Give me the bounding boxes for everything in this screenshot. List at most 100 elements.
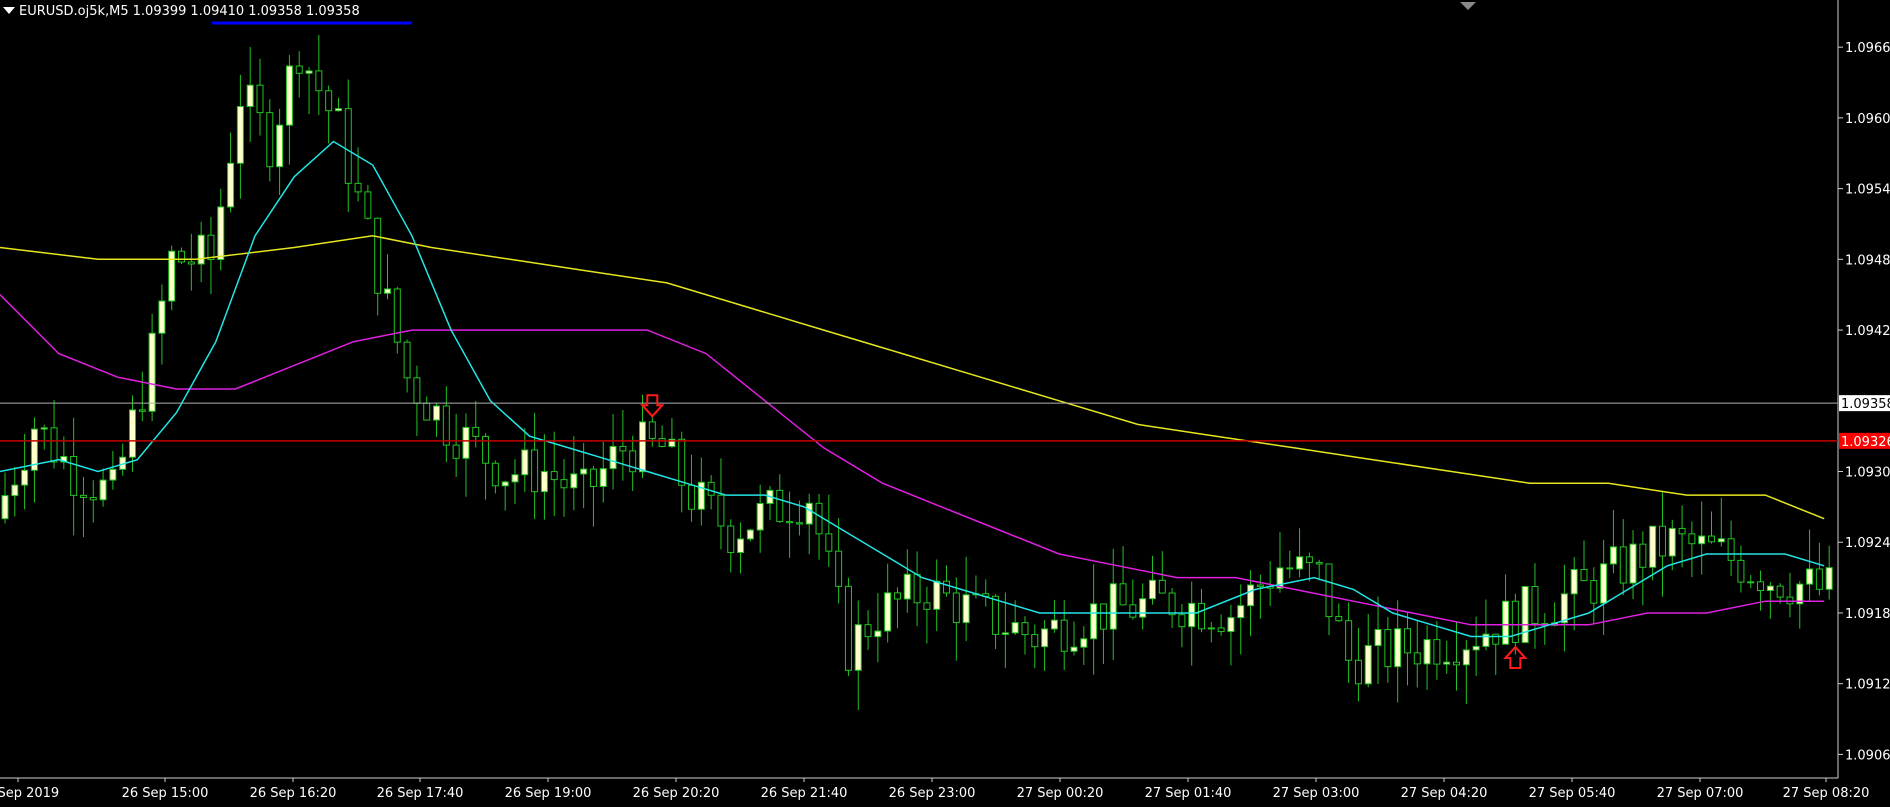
candle-body-down [992,595,1000,635]
time-tick-label: 27 Sep 00:20 [1017,786,1104,801]
candle-body-up [1148,579,1156,600]
candle-body-up [638,421,646,473]
candle-body-down [70,456,78,496]
candle-body-down [776,489,784,523]
candle-body-up [1717,538,1725,543]
candle-body-down [442,405,450,446]
candle-body-down [1590,580,1598,604]
price-tick-label: 1.09240 [1845,536,1890,551]
candle-body-down [815,502,823,535]
candle-body-up [462,426,470,459]
candle-body-down [1619,546,1627,584]
time-tick-label: 26 Sep 16:20 [250,786,337,801]
candle-body-down [1021,622,1029,636]
candle-body-up [1070,646,1078,652]
candle-body-down [344,108,352,184]
open-price: 1.09399 [132,4,187,19]
candle-body-down [187,261,195,265]
time-tick-label: 26 Sep 17:40 [377,786,464,801]
symbol-label: EURUSD.oj5k,M5 [19,4,129,19]
candle-body-down [403,341,411,379]
candle-body-down [1168,592,1176,616]
collapse-triangle-icon[interactable] [3,7,15,14]
candle-body-down [825,533,833,552]
candle-body-down [374,217,382,294]
candle-body-down [1658,525,1666,557]
candle-body-up [874,630,882,638]
candle-body-down [1158,579,1166,594]
candle-body-up [1600,563,1608,604]
candle-body-up [1521,586,1529,643]
candle-body-up [1825,567,1833,590]
candle-body-down [560,479,568,489]
candle-body-up [1296,556,1304,570]
time-tick-label: 26 Sep 23:00 [889,786,976,801]
close-price: 1.09358 [305,4,360,19]
time-tick-label: 27 Sep 08:20 [1783,786,1870,801]
candle-body-down [893,592,901,600]
candle-body-down [423,402,431,421]
time-tick-label: 27 Sep 01:40 [1145,786,1232,801]
candle-body-up [609,445,617,470]
candle-body-up [1237,605,1245,619]
candle-body-down [1315,562,1323,565]
candle-body-up [1649,525,1657,568]
candle-body-up [285,65,293,126]
candle-body-down [844,585,852,671]
candle-body-down [1217,627,1225,633]
candle-body-up [1394,628,1402,668]
candle-body-up [884,592,892,632]
candle-body-down [295,65,303,74]
candle-body-down [952,592,960,624]
time-tick-label: 26 Sep 21:40 [761,786,848,801]
price-tick-label: 1.09420 [1845,324,1890,339]
candle-body-down [1129,604,1137,618]
candle-body-down [619,445,627,452]
candle-body-down [707,481,715,496]
candle-body-down [1335,616,1343,622]
candle-body-up [1570,568,1578,595]
candle-body-up [1227,617,1235,633]
candle-body-down [207,234,215,261]
price-tick-label: 1.09060 [1845,748,1890,763]
candle-body-down [688,484,696,510]
candle-body-down [1727,538,1735,561]
candle-body-up [227,162,235,208]
candle-body-down [786,521,794,524]
time-tick-label: 27 Sep 05:40 [1529,786,1616,801]
candle-body-down [648,421,656,440]
candle-body-up [1698,535,1706,545]
candle-body-down [256,84,264,114]
candle-body-up [1041,628,1049,648]
candle-body-up [276,124,284,168]
candle-body-up [511,474,519,483]
candle-body-down [531,449,539,493]
time-tick-label: 27 Sep 07:00 [1657,786,1744,801]
price-tick-label: 1.09300 [1845,466,1890,481]
candle-body-down [923,602,931,610]
candle-body-down [1031,634,1039,648]
candle-body-down [1776,585,1784,598]
price-tick-label: 1.09120 [1845,678,1890,693]
candle-body-down [1433,639,1441,665]
time-tick-label: 26 Sep 19:00 [505,786,592,801]
candle-body-down [1286,567,1294,570]
candle-body-down [1708,535,1716,543]
symbol-header: EURUSD.oj5k,M5 1.09399 1.09410 1.09358 1.093… [0,4,364,20]
candle-body-down [1492,633,1500,645]
candle-body-down [550,471,558,481]
candle-body-down [138,409,146,412]
price-tick-label: 1.09180 [1845,607,1890,622]
chart-area[interactable]: 1.09660 1.09600 1.09540 1.09480 1.09420 1.093… [0,0,1890,803]
price-tick-label: 1.09480 [1845,253,1890,268]
candle-body-up [99,479,107,501]
candle-body-down [178,250,186,263]
candle-body-down [1099,603,1107,630]
candle-body-down [1815,568,1823,590]
candle-body-up [1188,602,1196,628]
candle-body-down [1325,563,1333,618]
candle-body-down [1305,556,1313,564]
candle-body-up [962,594,970,624]
candle-body-down [658,438,666,447]
price-chart[interactable]: 1.09660 1.09600 1.09540 1.09480 1.09420 1.093… [0,0,1890,803]
